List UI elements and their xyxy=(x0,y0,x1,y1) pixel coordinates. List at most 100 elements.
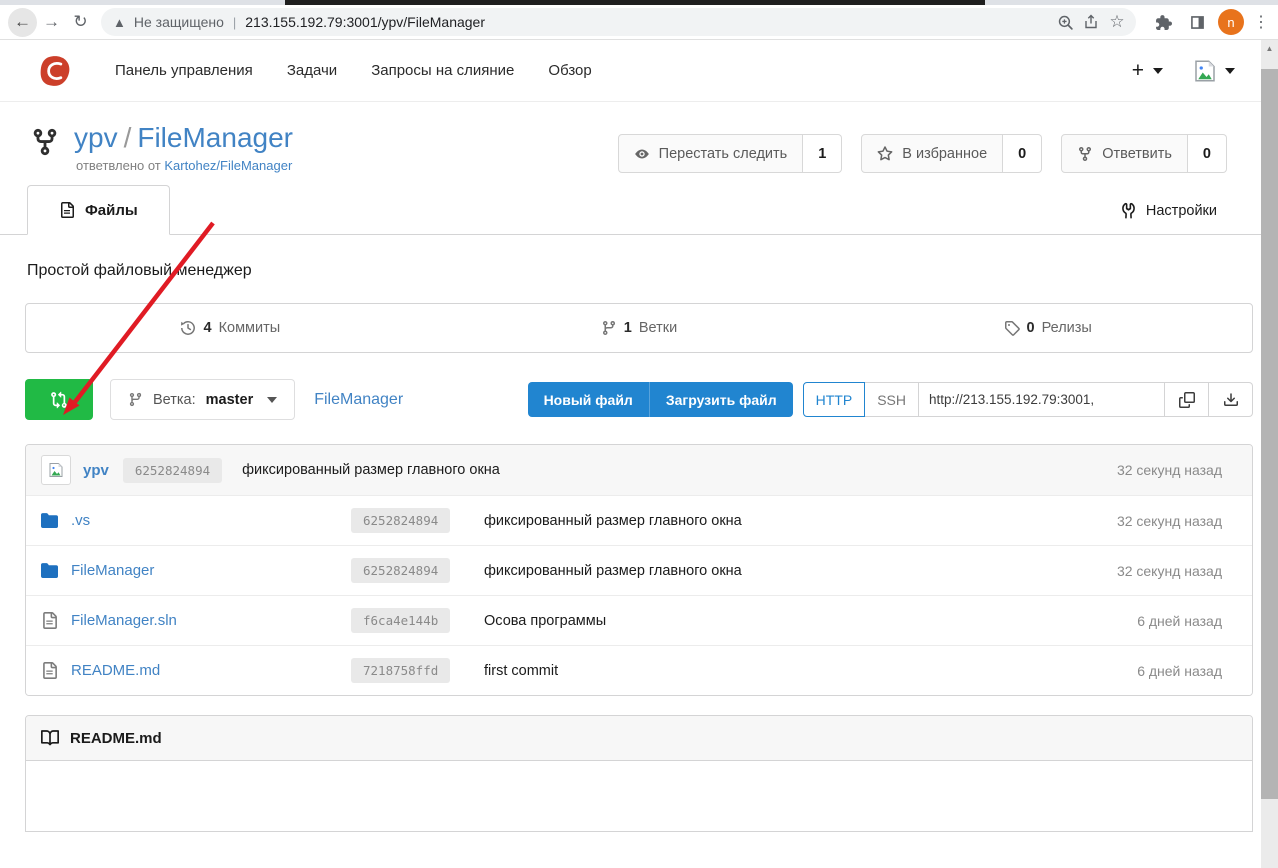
commit-author-avatar xyxy=(41,455,71,485)
http-toggle[interactable]: HTTP xyxy=(803,382,866,417)
readme-panel: README.md xyxy=(25,715,1253,832)
download-archive-button[interactable] xyxy=(1209,382,1253,417)
watchers-count[interactable]: 1 xyxy=(803,134,842,173)
copy-clone-url-button[interactable] xyxy=(1165,382,1209,417)
folder-icon xyxy=(41,562,58,579)
folder-icon xyxy=(41,512,58,529)
browser-back-button[interactable]: ← xyxy=(8,8,37,37)
file-name-link[interactable]: FileManager.sln xyxy=(71,612,177,629)
file-name-link[interactable]: README.md xyxy=(71,662,160,679)
tab-settings[interactable]: Настройки xyxy=(1120,202,1217,219)
commit-message: фиксированный размер главного окна xyxy=(484,563,742,579)
tab-strip-segment xyxy=(285,0,985,5)
commit-hash-badge[interactable]: f6ca4e144b xyxy=(351,608,450,633)
branches-stat[interactable]: 1 Ветки xyxy=(435,304,844,352)
branch-icon xyxy=(601,320,617,336)
share-icon[interactable] xyxy=(1078,9,1104,35)
unwatch-label: Перестать следить xyxy=(659,146,788,162)
releases-count: 0 xyxy=(1027,320,1035,336)
fork-parent-link[interactable]: Kartohez/FileManager xyxy=(164,158,292,173)
branch-selector[interactable]: Ветка: master xyxy=(110,379,295,420)
commits-count: 4 xyxy=(203,320,211,336)
table-row: README.md 7218758ffd first commit 6 дней… xyxy=(26,645,1252,695)
nav-pull-requests[interactable]: Запросы на слияние xyxy=(354,62,531,79)
unwatch-button[interactable]: Перестать следить xyxy=(618,134,804,173)
site-navbar: Панель управления Задачи Запросы на слия… xyxy=(0,40,1261,102)
copy-icon xyxy=(1179,392,1195,408)
branch-icon xyxy=(128,392,143,407)
commit-hash-badge[interactable]: 6252824894 xyxy=(351,558,450,583)
git-compare-icon xyxy=(50,391,68,409)
bookmark-star-icon[interactable]: ☆ xyxy=(1104,9,1130,35)
zoom-icon[interactable] xyxy=(1052,9,1078,35)
readme-content xyxy=(26,761,1252,831)
commit-hash-badge[interactable]: 6252824894 xyxy=(123,458,222,483)
extensions-icon[interactable] xyxy=(1150,9,1176,35)
commit-message: Осова программы xyxy=(484,613,606,629)
eye-icon xyxy=(634,146,650,162)
history-icon xyxy=(180,320,196,336)
ssh-toggle[interactable]: SSH xyxy=(865,382,919,417)
file-name-link[interactable]: .vs xyxy=(71,512,90,529)
star-icon xyxy=(877,146,893,162)
browser-reload-button[interactable]: ↻ xyxy=(66,8,95,37)
fork-label: Ответвить xyxy=(1102,146,1172,162)
page-scrollbar[interactable]: ▲ xyxy=(1261,40,1278,868)
branch-selector-label: Ветка: xyxy=(153,392,196,408)
browser-toolbar: ← → ↻ ▲ Не защищено | 213.155.192.79:300… xyxy=(0,5,1278,40)
warning-icon: ▲ xyxy=(113,15,126,30)
latest-commit-row: ypv 6252824894 фиксированный размер глав… xyxy=(26,445,1252,495)
chevron-down-icon xyxy=(1225,68,1235,74)
tag-icon xyxy=(1004,320,1020,336)
scroll-up-button[interactable]: ▲ xyxy=(1261,40,1278,56)
commit-author-link[interactable]: ypv xyxy=(83,462,109,479)
tab-files[interactable]: Файлы xyxy=(27,185,170,235)
table-row: FileManager 6252824894 фиксированный раз… xyxy=(26,545,1252,595)
breadcrumb-repo-link[interactable]: FileManager xyxy=(314,391,403,409)
fork-button[interactable]: Ответвить xyxy=(1061,134,1188,173)
releases-stat[interactable]: 0 Релизы xyxy=(843,304,1252,352)
browser-profile-avatar[interactable]: n xyxy=(1218,9,1244,35)
file-icon xyxy=(59,202,75,218)
table-row: FileManager.sln f6ca4e144b Осова програм… xyxy=(26,595,1252,645)
repo-owner-link[interactable]: ypv xyxy=(74,122,118,153)
nav-explore[interactable]: Обзор xyxy=(531,62,608,79)
chevron-down-icon xyxy=(1153,68,1163,74)
nav-dashboard[interactable]: Панель управления xyxy=(98,62,270,79)
address-bar[interactable]: ▲ Не защищено | 213.155.192.79:3001/ypv/… xyxy=(101,8,1136,36)
fork-button-group: Ответвить 0 xyxy=(1061,134,1227,173)
fork-icon xyxy=(1077,146,1093,162)
broken-avatar-icon xyxy=(1193,59,1217,83)
upload-file-button[interactable]: Загрузить файл xyxy=(649,382,793,417)
clone-url-input[interactable] xyxy=(919,382,1165,417)
commit-message: first commit xyxy=(484,663,558,679)
fork-note: ответвлено от Kartohez/FileManager xyxy=(76,158,293,173)
gitea-logo[interactable] xyxy=(38,54,72,88)
user-menu[interactable] xyxy=(1193,59,1235,83)
side-panel-icon[interactable] xyxy=(1184,9,1210,35)
nav-issues[interactable]: Задачи xyxy=(270,62,354,79)
commits-stat[interactable]: 4 Коммиты xyxy=(26,304,435,352)
repo-title: ypv/FileManager xyxy=(74,122,293,154)
repo-name-link[interactable]: FileManager xyxy=(137,122,293,153)
compare-button[interactable] xyxy=(25,379,93,420)
star-button-group: В избранное 0 xyxy=(861,134,1042,173)
star-label: В избранное xyxy=(902,146,987,162)
window-top-strip xyxy=(0,0,1278,5)
forks-count[interactable]: 0 xyxy=(1188,134,1227,173)
browser-menu-icon[interactable]: ⋮ xyxy=(1252,12,1270,32)
browser-forward-button[interactable]: → xyxy=(37,8,66,37)
commit-hash-badge[interactable]: 7218758ffd xyxy=(351,658,450,683)
new-file-button[interactable]: Новый файл xyxy=(528,382,649,417)
releases-label: Релизы xyxy=(1042,320,1092,336)
commit-hash-badge[interactable]: 6252824894 xyxy=(351,508,450,533)
file-name-link[interactable]: FileManager xyxy=(71,562,154,579)
wrench-icon xyxy=(1120,202,1137,219)
download-icon xyxy=(1223,392,1239,408)
create-new-menu[interactable]: + xyxy=(1132,59,1163,83)
star-button[interactable]: В избранное xyxy=(861,134,1003,173)
stars-count[interactable]: 0 xyxy=(1003,134,1042,173)
table-row: .vs 6252824894 фиксированный размер глав… xyxy=(26,495,1252,545)
scrollbar-thumb[interactable] xyxy=(1261,69,1278,799)
commits-label: Коммиты xyxy=(219,320,281,336)
